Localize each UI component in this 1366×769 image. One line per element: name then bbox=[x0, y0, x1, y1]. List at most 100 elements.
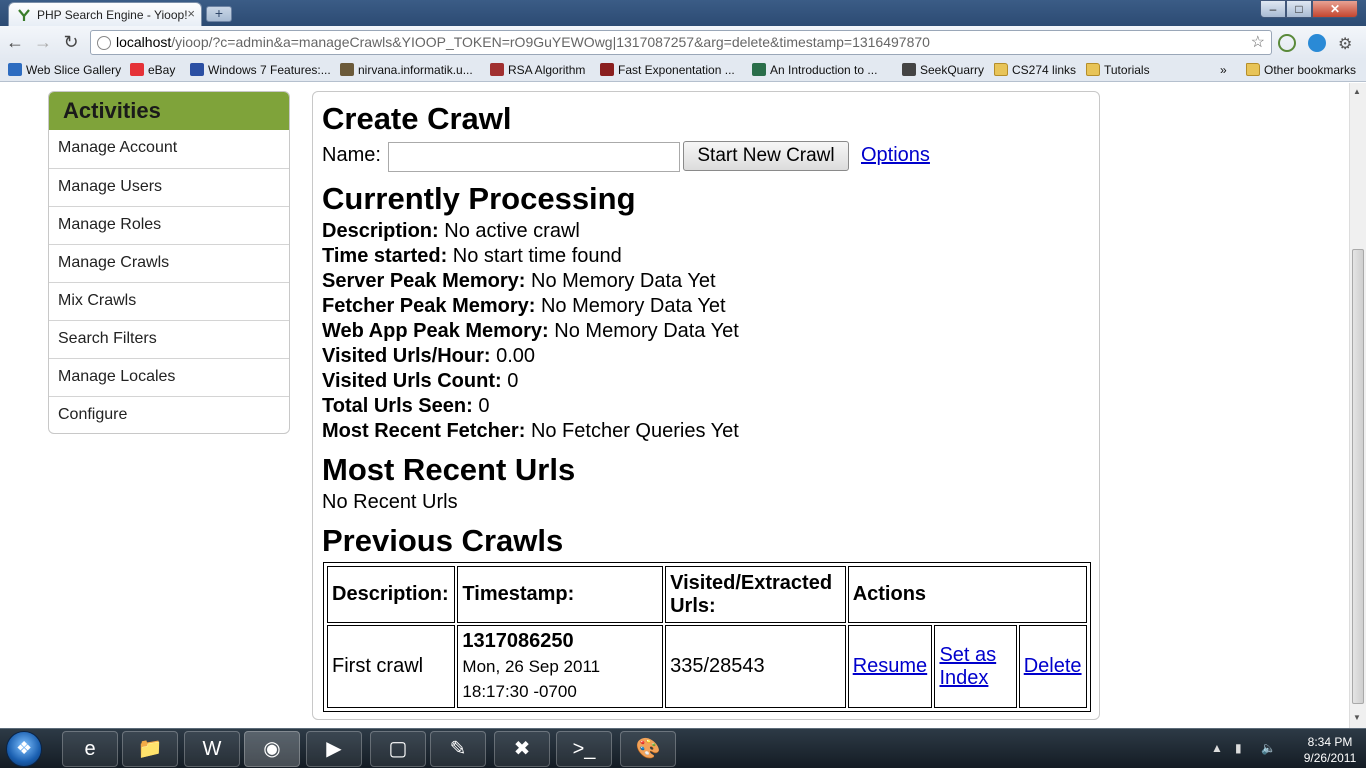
crawl-timestamp-cell: 1317086250 Mon, 26 Sep 2011 18:17:30 -07… bbox=[457, 625, 664, 708]
crawl-time-line: 18:17:30 -0700 bbox=[462, 682, 577, 701]
start-new-crawl-button[interactable]: Start New Crawl bbox=[683, 141, 849, 171]
reload-icon[interactable]: ↻ bbox=[60, 32, 82, 54]
column-header-visited-extracted: Visited/Extracted Urls: bbox=[665, 566, 846, 623]
browser-tab[interactable]: PHP Search Engine - Yioop! × bbox=[8, 2, 202, 26]
folder-icon bbox=[1086, 63, 1100, 76]
address-bar[interactable]: localhost/yioop/?c=admin&a=manageCrawls&… bbox=[90, 30, 1272, 55]
set-as-index-cell: Set as Index bbox=[934, 625, 1017, 708]
bookmark-ebay[interactable]: eBay bbox=[130, 63, 175, 77]
previous-crawls-table: Description: Timestamp: Visited/Extracte… bbox=[323, 562, 1091, 712]
new-tab-button[interactable]: + bbox=[206, 6, 232, 22]
create-crawl-heading: Create Crawl bbox=[322, 101, 512, 136]
delete-cell: Delete bbox=[1018, 625, 1087, 708]
clock-time[interactable]: 8:34 PM bbox=[1295, 735, 1365, 749]
crawl-date-line: Mon, 26 Sep 2011 bbox=[462, 657, 601, 676]
column-header-actions: Actions bbox=[847, 566, 1087, 623]
close-window-button[interactable]: ✕ bbox=[1312, 0, 1358, 18]
resume-crawl-link[interactable]: Resume bbox=[853, 655, 927, 677]
other-bookmarks-folder[interactable]: Other bookmarks bbox=[1246, 63, 1356, 77]
ebay-icon bbox=[130, 63, 144, 76]
sticky-notes-icon[interactable]: ▢ bbox=[370, 731, 426, 767]
page-icon bbox=[752, 63, 766, 76]
bookmark-windows-7-features[interactable]: Windows 7 Features:... bbox=[190, 63, 331, 77]
xampp-icon[interactable]: ✖ bbox=[494, 731, 550, 767]
browser-toolbar: ← → ↻ localhost/yioop/?c=admin&a=manageC… bbox=[0, 26, 1366, 59]
command-prompt-icon[interactable]: >_ bbox=[556, 731, 612, 767]
crawl-options-link[interactable]: Options bbox=[861, 144, 930, 167]
bookmark-rsa-algorithm[interactable]: RSA Algorithm bbox=[490, 63, 585, 77]
bookmark-an-introduction[interactable]: An Introduction to ... bbox=[752, 63, 877, 77]
activity-manage-roles[interactable]: Manage Roles bbox=[49, 206, 289, 244]
status-description: Description: No active crawl bbox=[322, 220, 580, 242]
windows-taskbar: ❖ e 📁 W ◉ ▶ ▢ ✎ ✖ >_ 🎨 ▲ ▮ 🔈 8:34 PM 9/2… bbox=[0, 728, 1366, 768]
set-as-index-link[interactable]: Set as Index bbox=[939, 644, 996, 689]
chrome-icon[interactable]: ◉ bbox=[244, 731, 300, 767]
internet-explorer-icon[interactable]: e bbox=[62, 731, 118, 767]
bookmark-seekquarry[interactable]: SeekQuarry bbox=[902, 63, 984, 77]
crawl-description-cell: First crawl bbox=[327, 625, 456, 708]
yioop-favicon-icon bbox=[18, 9, 30, 21]
web-slice-icon bbox=[8, 63, 22, 76]
network-icon[interactable]: ▮ bbox=[1235, 741, 1242, 755]
scroll-up-arrow-icon[interactable]: ▲ bbox=[1353, 87, 1361, 96]
activity-search-filters[interactable]: Search Filters bbox=[49, 320, 289, 358]
windows-logo-icon: ❖ bbox=[16, 738, 33, 758]
bookmark-nirvana[interactable]: nirvana.informatik.u... bbox=[340, 63, 473, 77]
activities-title: Activities bbox=[49, 92, 289, 130]
page-icon bbox=[340, 63, 354, 76]
minimize-button[interactable]: – bbox=[1260, 0, 1286, 18]
previous-crawls-heading: Previous Crawls bbox=[322, 523, 564, 558]
back-arrow-icon[interactable]: ← bbox=[4, 32, 26, 54]
bookmark-web-slice-gallery[interactable]: Web Slice Gallery bbox=[8, 63, 121, 77]
clock-date[interactable]: 9/26/2011 bbox=[1295, 751, 1365, 765]
bookmark-folder-tutorials[interactable]: Tutorials bbox=[1086, 63, 1150, 77]
show-hidden-icons-icon[interactable]: ▲ bbox=[1211, 741, 1223, 755]
column-header-timestamp: Timestamp: bbox=[457, 566, 664, 623]
status-visited-urls-count: Visited Urls Count: 0 bbox=[322, 370, 519, 392]
folder-icon bbox=[1246, 63, 1260, 76]
status-most-recent-fetcher: Most Recent Fetcher: No Fetcher Queries … bbox=[322, 420, 739, 442]
extension-icon[interactable] bbox=[1278, 34, 1296, 52]
forward-arrow-icon[interactable]: → bbox=[32, 32, 54, 54]
tab-close-icon[interactable]: × bbox=[187, 6, 195, 21]
activity-manage-users[interactable]: Manage Users bbox=[49, 168, 289, 206]
bookmarks-overflow-chevron-icon[interactable]: » bbox=[1220, 63, 1227, 77]
wrench-menu-icon[interactable]: ⚙ bbox=[1338, 34, 1356, 53]
media-player-icon[interactable]: ▶ bbox=[306, 731, 362, 767]
currently-processing-heading: Currently Processing bbox=[322, 181, 636, 216]
crawl-timestamp-number: 1317086250 bbox=[462, 630, 574, 652]
bookmarks-bar: Web Slice Gallery eBay Windows 7 Feature… bbox=[0, 59, 1366, 82]
word-icon[interactable]: W bbox=[184, 731, 240, 767]
resume-cell: Resume bbox=[847, 625, 933, 708]
status-visited-urls-hour: Visited Urls/Hour: 0.00 bbox=[322, 345, 536, 367]
notepad-icon[interactable]: ✎ bbox=[430, 731, 486, 767]
vertical-scrollbar[interactable]: ▲ ▼ bbox=[1349, 83, 1366, 728]
most-recent-urls-heading: Most Recent Urls bbox=[322, 452, 576, 487]
activity-mix-crawls[interactable]: Mix Crawls bbox=[49, 282, 289, 320]
page-icon bbox=[600, 63, 614, 76]
page-icon bbox=[902, 63, 916, 76]
bookmark-folder-cs274-links[interactable]: CS274 links bbox=[994, 63, 1076, 77]
activity-manage-account[interactable]: Manage Account bbox=[49, 130, 289, 168]
activity-configure[interactable]: Configure bbox=[49, 396, 289, 433]
start-button[interactable]: ❖ bbox=[6, 731, 42, 767]
scroll-down-arrow-icon[interactable]: ▼ bbox=[1353, 713, 1361, 722]
crawl-name-input[interactable] bbox=[388, 142, 680, 172]
file-explorer-icon[interactable]: 📁 bbox=[122, 731, 178, 767]
scrollbar-thumb[interactable] bbox=[1352, 249, 1364, 704]
status-total-urls-seen: Total Urls Seen: 0 bbox=[322, 395, 490, 417]
paint-icon[interactable]: 🎨 bbox=[620, 731, 676, 767]
table-header-row: Description: Timestamp: Visited/Extracte… bbox=[327, 566, 1087, 623]
bookmark-fast-exponentation[interactable]: Fast Exponentation ... bbox=[600, 63, 735, 77]
column-header-description: Description: bbox=[327, 566, 456, 623]
bookmark-star-icon[interactable]: ☆ bbox=[1251, 31, 1265, 54]
activity-manage-crawls[interactable]: Manage Crawls bbox=[49, 244, 289, 282]
maximize-button[interactable]: □ bbox=[1286, 0, 1312, 18]
status-server-peak-memory: Server Peak Memory: No Memory Data Yet bbox=[322, 270, 716, 292]
page-info-icon[interactable] bbox=[97, 36, 111, 50]
skype-extension-icon[interactable] bbox=[1308, 34, 1326, 52]
delete-crawl-link[interactable]: Delete bbox=[1024, 655, 1082, 677]
crawl-name-label: Name: bbox=[322, 144, 381, 166]
volume-icon[interactable]: 🔈 bbox=[1261, 741, 1276, 755]
activity-manage-locales[interactable]: Manage Locales bbox=[49, 358, 289, 396]
